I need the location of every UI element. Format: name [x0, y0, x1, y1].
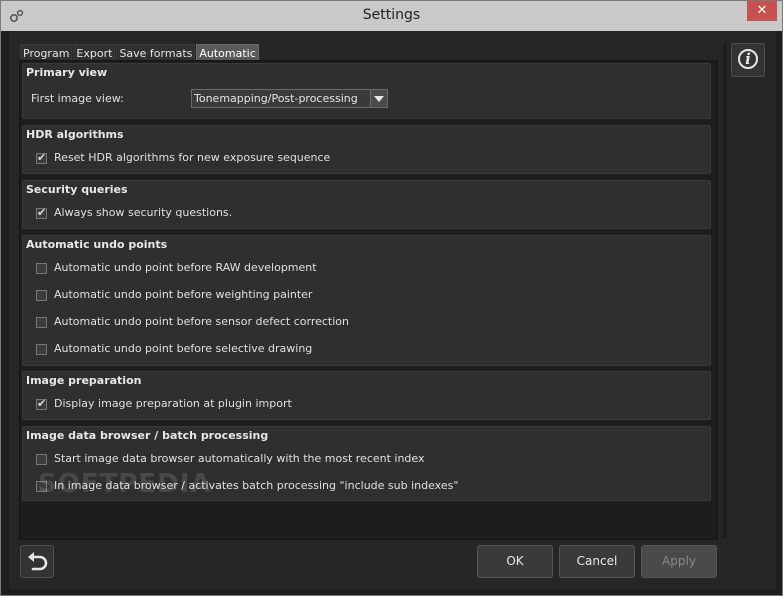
chevron-down-icon[interactable]	[370, 90, 387, 107]
ok-button[interactable]: OK	[477, 545, 553, 578]
tab-export[interactable]: Export	[73, 44, 116, 61]
section-title: Image data browser / batch processing	[26, 429, 269, 442]
primary-view-section: Primary view First image view: Tonemappi…	[22, 63, 711, 119]
checkbox[interactable]	[36, 206, 47, 219]
undo-icon	[28, 552, 48, 571]
first-image-view-select[interactable]: Tonemapping/Post-processing	[191, 89, 388, 108]
checkbox[interactable]	[36, 317, 47, 328]
tab-program[interactable]: Program	[20, 44, 73, 61]
checkbox-label: Always show security questions.	[54, 206, 233, 219]
first-image-view-label: First image view:	[31, 92, 124, 105]
tab-save-formats[interactable]: Save formats	[116, 44, 196, 61]
tab-bar: Program Export Save formats Automatic	[20, 44, 259, 61]
info-icon: i	[738, 49, 758, 69]
title-bar: Settings ✕	[1, 1, 782, 31]
checkbox-label: In image data browser / activates batch …	[54, 479, 459, 492]
apply-button[interactable]: Apply	[641, 545, 717, 578]
window-title: Settings	[362, 7, 421, 23]
select-value: Tonemapping/Post-processing	[194, 92, 358, 105]
checkbox-label: Start image data browser automatically w…	[54, 452, 425, 465]
section-title: Primary view	[26, 66, 108, 79]
undo-button[interactable]	[20, 545, 54, 578]
settings-content: Program Export Save formats Automatic Pr…	[9, 31, 776, 589]
section-title: Automatic undo points	[26, 238, 168, 251]
image-browser-section: Image data browser / batch processing St…	[22, 426, 711, 501]
checkbox-label: Automatic undo point before selective dr…	[54, 342, 313, 355]
checkbox-label: Automatic undo point before sensor defec…	[54, 315, 349, 328]
checkbox[interactable]	[36, 481, 47, 492]
hdr-algorithms-section: HDR algorithms Reset HDR algorithms for …	[22, 125, 711, 174]
security-queries-section: Security queries Always show security qu…	[22, 180, 711, 229]
checkbox-label: Automatic undo point before weighting pa…	[54, 288, 313, 301]
image-preparation-section: Image preparation Display image preparat…	[22, 371, 711, 420]
divider	[723, 43, 727, 538]
checkbox[interactable]	[36, 344, 47, 355]
undo-points-section: Automatic undo points Automatic undo poi…	[22, 235, 711, 366]
close-button[interactable]: ✕	[747, 1, 777, 21]
section-title: Image preparation	[26, 374, 142, 387]
checkbox[interactable]	[36, 454, 47, 465]
tab-automatic[interactable]: Automatic	[196, 44, 259, 61]
info-button[interactable]: i	[731, 43, 765, 77]
checkbox[interactable]	[36, 263, 47, 274]
automatic-settings-panel: Primary view First image view: Tonemappi…	[19, 60, 718, 540]
cancel-button[interactable]: Cancel	[559, 545, 635, 578]
checkbox-label: Display image preparation at plugin impo…	[54, 397, 292, 410]
settings-window: Settings ✕ Program Export Save formats A…	[0, 0, 783, 596]
checkbox[interactable]	[36, 397, 47, 410]
checkbox-label: Reset HDR algorithms for new exposure se…	[54, 151, 331, 164]
checkbox-label: Automatic undo point before RAW developm…	[54, 261, 317, 274]
checkbox[interactable]	[36, 151, 47, 164]
section-title: HDR algorithms	[26, 128, 124, 141]
section-title: Security queries	[26, 183, 128, 196]
checkbox[interactable]	[36, 290, 47, 301]
